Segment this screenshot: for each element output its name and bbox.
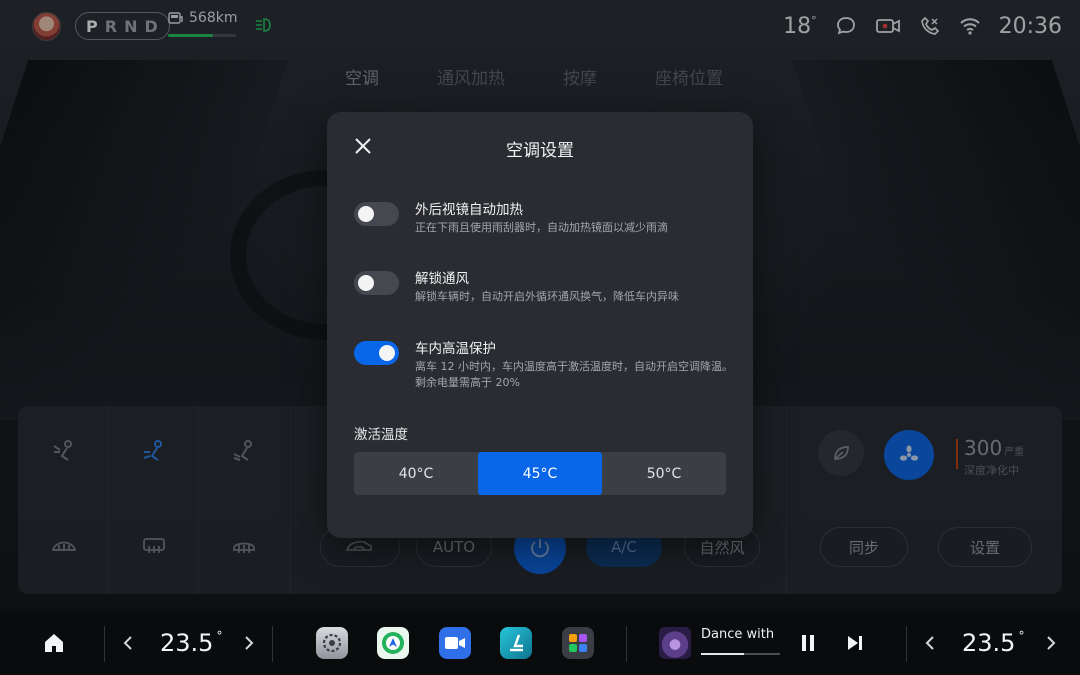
activation-temp-selector: 40°C 45°C 50°C (354, 452, 726, 495)
option-description: 离车 12 小时内，车内温度高于激活温度时，自动开启空调降温。剩余电量需高于 2… (415, 360, 733, 389)
album-art[interactable] (659, 627, 691, 659)
option-description: 正在下雨且使用雨刮器时，自动加热镜面以减少雨滴 (415, 221, 668, 234)
seat-app-icon[interactable] (500, 627, 532, 659)
right-temp-up-button[interactable] (1042, 634, 1060, 652)
pause-icon (802, 635, 814, 651)
chevron-left-icon (123, 636, 132, 650)
right-temp: 23.5 ° (962, 629, 1025, 657)
home-icon (45, 634, 63, 652)
heat-protection-toggle[interactable] (354, 341, 399, 365)
chevron-left-icon (925, 636, 934, 650)
app-drawer-icon[interactable] (562, 627, 594, 659)
unlock-ventilation-toggle[interactable] (354, 271, 399, 295)
option-title: 车内高温保护 (415, 341, 496, 357)
video-call-app-icon[interactable] (439, 627, 471, 659)
option-title: 解锁通风 (415, 271, 469, 287)
mirror-heating-toggle[interactable] (354, 202, 399, 226)
left-temp: 23.5 ° (160, 629, 223, 657)
option-description: 解锁车辆时，自动开启外循环通风换气，降低车内异味 (415, 290, 679, 303)
media-title: Dance with (701, 627, 775, 642)
chevron-right-icon (245, 636, 254, 650)
pause-button[interactable] (800, 634, 816, 656)
temp-option-50[interactable]: 50°C (602, 452, 726, 495)
option-title: 外后视镜自动加热 (415, 202, 523, 218)
maps-app-icon[interactable] (377, 627, 409, 659)
right-temp-down-button[interactable] (921, 634, 939, 652)
temp-option-45[interactable]: 45°C (478, 452, 602, 495)
left-temp-down-button[interactable] (119, 634, 137, 652)
bottom-dock: 23.5 ° Dance with 23.5 ° (0, 612, 1080, 675)
settings-app-icon[interactable] (316, 627, 348, 659)
dialog-title: 空调设置 (506, 141, 574, 161)
temp-option-40[interactable]: 40°C (354, 452, 478, 495)
car-screen: P R N D 568km 18° 20:36 空调 通风加热 按摩 座椅位置 (0, 0, 1080, 675)
activation-temp-label: 激活温度 (354, 427, 408, 443)
chevron-right-icon (1047, 636, 1056, 650)
climate-settings-dialog: 空调设置 外后视镜自动加热 正在下雨且使用雨刮器时，自动加热镜面以减少雨滴 解锁… (327, 112, 753, 538)
next-track-icon (848, 636, 862, 650)
media-progress-fill (701, 653, 745, 655)
left-temp-up-button[interactable] (240, 634, 258, 652)
home-button[interactable] (42, 631, 66, 659)
next-track-button[interactable] (846, 634, 864, 656)
media-progress[interactable] (701, 653, 780, 655)
